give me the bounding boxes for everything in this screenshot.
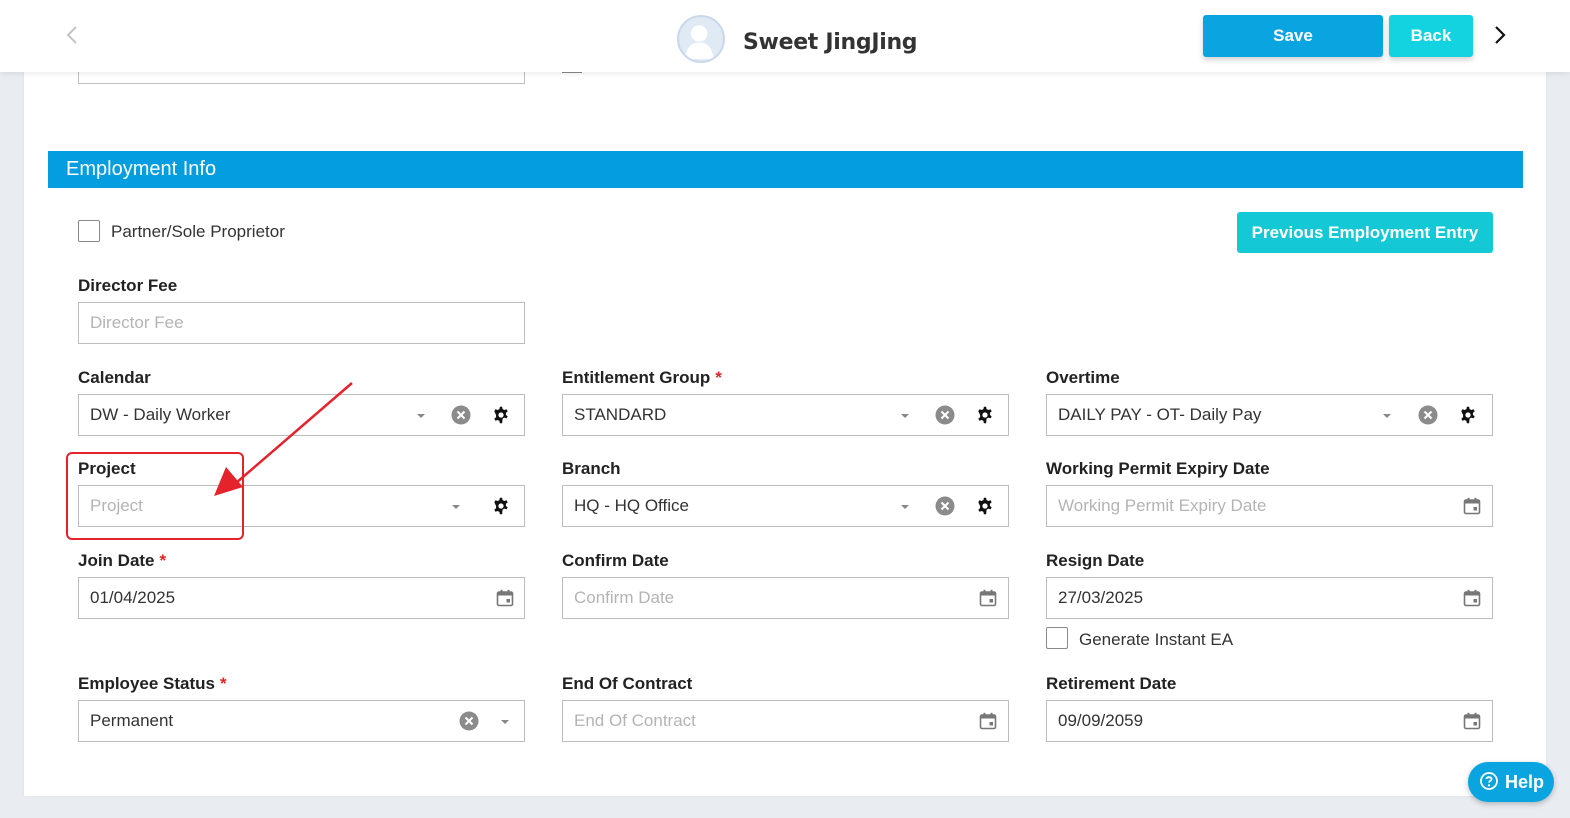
required-marker: * (220, 674, 227, 693)
entitlement-group-label: Entitlement Group * (562, 368, 722, 388)
calendar-icon[interactable] (979, 589, 997, 607)
employee-status-label: Employee Status * (78, 674, 227, 694)
calendar-label: Calendar (78, 368, 151, 387)
join-date-label: Join Date * (78, 551, 166, 571)
chevron-down-icon[interactable] (415, 412, 427, 420)
gear-icon[interactable] (976, 406, 994, 424)
employee-status-value: Permanent (90, 711, 174, 730)
employee-status-label-text: Employee Status (78, 674, 215, 693)
entitlement-group-select[interactable]: STANDARD (562, 394, 1009, 436)
chevron-down-icon[interactable] (899, 503, 911, 511)
top-bar: Sweet JingJing Save Back (0, 0, 1570, 72)
gear-icon[interactable] (492, 406, 510, 424)
calendar-icon[interactable] (1463, 497, 1481, 515)
calendar-select[interactable]: DW - Daily Worker (78, 394, 525, 436)
page-gutter (1552, 72, 1570, 818)
section-header-employment-info: Employment Info (48, 151, 1523, 188)
join-date-value: 01/04/2025 (90, 588, 176, 607)
generate-instant-ea-checkbox[interactable] (1046, 627, 1068, 649)
branch-label: Branch (562, 459, 621, 478)
user-silhouette-icon (684, 25, 714, 60)
working-permit-placeholder: Working Permit Expiry Date (1058, 496, 1267, 515)
back-button[interactable]: Back (1389, 15, 1473, 57)
end-of-contract-field[interactable]: End Of Contract (562, 700, 1009, 742)
calendar-icon[interactable] (1463, 589, 1481, 607)
join-date-label-text: Join Date (78, 551, 155, 570)
branch-select[interactable]: HQ - HQ Office (562, 485, 1009, 527)
partner-label: Partner/Sole Proprietor (111, 222, 285, 241)
calendar-icon[interactable] (496, 589, 514, 607)
employee-status-select[interactable]: Permanent (78, 700, 525, 742)
join-date-field[interactable]: 01/04/2025 (78, 577, 525, 619)
entitlement-group-label-text: Entitlement Group (562, 368, 711, 387)
director-fee-label: Director Fee (78, 276, 178, 295)
employee-name: Sweet JingJing (743, 30, 918, 55)
help-label: Help (1505, 772, 1545, 792)
annotation-highlight-box (66, 452, 244, 540)
previous-employment-entry-button[interactable]: Previous Employment Entry (1237, 212, 1493, 253)
gear-icon[interactable] (1459, 406, 1477, 424)
branch-value: HQ - HQ Office (574, 496, 689, 515)
clear-icon[interactable] (1418, 405, 1438, 425)
chevron-down-icon[interactable] (1381, 412, 1393, 420)
clear-icon[interactable] (451, 405, 471, 425)
retirement-date-value: 09/09/2059 (1058, 711, 1144, 730)
gear-icon[interactable] (976, 497, 994, 515)
overtime-select[interactable]: DAILY PAY - OT- Daily Pay (1046, 394, 1493, 436)
working-permit-date-field[interactable]: Working Permit Expiry Date (1046, 485, 1493, 527)
end-of-contract-placeholder: End Of Contract (574, 711, 696, 730)
partner-checkbox[interactable] (78, 220, 100, 242)
resign-date-label: Resign Date (1046, 551, 1145, 570)
director-fee-field[interactable]: Director Fee (78, 302, 525, 344)
entitlement-group-value: STANDARD (574, 405, 667, 424)
save-button[interactable]: Save (1203, 15, 1383, 57)
clear-icon[interactable] (935, 496, 955, 516)
confirm-date-field[interactable]: Confirm Date (562, 577, 1009, 619)
help-button[interactable]: Help (1468, 762, 1554, 802)
avatar (677, 15, 725, 63)
calendar-icon[interactable] (1463, 712, 1481, 730)
chevron-right-icon[interactable] (1487, 22, 1513, 48)
confirm-date-placeholder: Confirm Date (574, 588, 675, 607)
overtime-label: Overtime (1046, 368, 1120, 387)
working-permit-label: Working Permit Expiry Date (1046, 459, 1270, 478)
chevron-down-icon[interactable] (499, 718, 511, 726)
clear-icon[interactable] (459, 711, 479, 731)
chevron-left-icon[interactable] (60, 22, 86, 48)
generate-instant-ea-label: Generate Instant EA (1079, 630, 1234, 649)
overtime-value: DAILY PAY - OT- Daily Pay (1058, 405, 1262, 424)
retirement-date-label: Retirement Date (1046, 674, 1177, 693)
question-circle-icon (1480, 772, 1498, 790)
chevron-down-icon[interactable] (899, 412, 911, 420)
director-fee-placeholder: Director Fee (90, 313, 184, 332)
resign-date-value: 27/03/2025 (1058, 588, 1144, 607)
calendar-icon[interactable] (979, 712, 997, 730)
calendar-value: DW - Daily Worker (90, 405, 231, 424)
retirement-date-field[interactable]: 09/09/2059 (1046, 700, 1493, 742)
clear-icon[interactable] (935, 405, 955, 425)
chevron-down-icon[interactable] (450, 503, 462, 511)
gear-icon[interactable] (492, 497, 510, 515)
required-marker: * (715, 368, 722, 387)
resign-date-field[interactable]: 27/03/2025 (1046, 577, 1493, 619)
required-marker: * (159, 551, 167, 570)
end-of-contract-label: End Of Contract (562, 674, 693, 693)
confirm-date-label: Confirm Date (562, 551, 669, 570)
